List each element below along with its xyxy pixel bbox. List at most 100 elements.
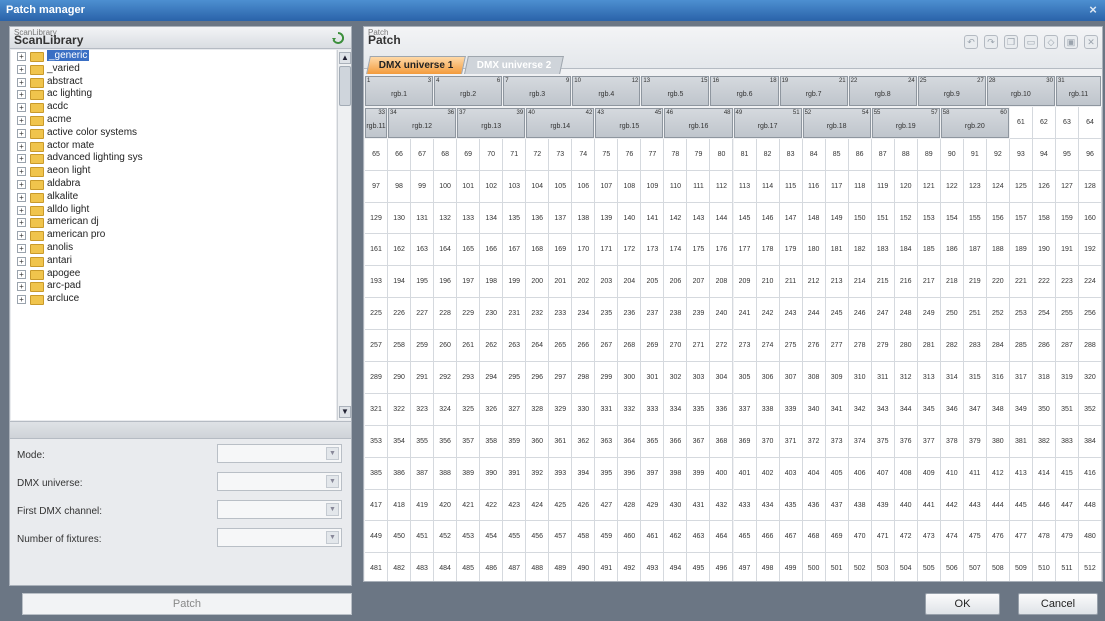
channel-cell[interactable]: 167 bbox=[503, 234, 527, 267]
expand-icon[interactable]: + bbox=[17, 154, 26, 164]
channel-cell[interactable]: 158 bbox=[1032, 202, 1056, 235]
channel-cell[interactable]: 92 bbox=[986, 138, 1010, 171]
channel-cell[interactable]: 357 bbox=[457, 425, 481, 458]
expand-icon[interactable]: + bbox=[17, 218, 26, 228]
channel-cell[interactable]: 468 bbox=[802, 521, 826, 554]
fixture-block[interactable]: 4 6 rgb.2 bbox=[434, 76, 503, 106]
library-tree-item[interactable]: + aldabra bbox=[11, 178, 336, 191]
channel-cell[interactable]: 159 bbox=[1055, 202, 1079, 235]
channel-cell[interactable]: 299 bbox=[595, 362, 619, 394]
channel-cell[interactable]: 366 bbox=[664, 425, 688, 458]
channel-cell[interactable]: 391 bbox=[503, 457, 527, 490]
channel-cell[interactable]: 74 bbox=[572, 138, 596, 171]
channel-cell[interactable]: 180 bbox=[802, 234, 826, 267]
channel-cell[interactable]: 487 bbox=[503, 553, 527, 581]
fixture-block[interactable]: 7 9 rgb.3 bbox=[503, 76, 572, 106]
fixture-block[interactable]: 40 42 rgb.14 bbox=[526, 107, 595, 138]
channel-cell[interactable]: 460 bbox=[618, 521, 642, 554]
channel-cell[interactable]: 429 bbox=[641, 489, 665, 522]
library-tree-item[interactable]: + alkalite bbox=[11, 191, 336, 204]
channel-cell[interactable]: 124 bbox=[986, 170, 1010, 203]
channel-cell[interactable]: 405 bbox=[825, 457, 849, 490]
channel-cell[interactable]: 182 bbox=[848, 234, 872, 267]
channel-cell[interactable]: 393 bbox=[549, 457, 573, 490]
channel-cell[interactable]: 341 bbox=[825, 393, 849, 426]
channel-cell[interactable]: 166 bbox=[480, 234, 504, 267]
expand-icon[interactable]: + bbox=[17, 141, 26, 151]
channel-cell[interactable]: 75 bbox=[595, 138, 619, 171]
channel-cell[interactable]: 152 bbox=[894, 202, 918, 235]
channel-cell[interactable]: 110 bbox=[664, 170, 688, 203]
channel-cell[interactable]: 137 bbox=[549, 202, 573, 235]
channel-cell[interactable]: 69 bbox=[457, 138, 481, 171]
channel-cell[interactable]: 244 bbox=[802, 298, 826, 331]
fixture-block[interactable]: 22 24 rgb.8 bbox=[848, 76, 917, 106]
channel-cell[interactable]: 100 bbox=[434, 170, 458, 203]
channel-cell[interactable]: 300 bbox=[618, 362, 642, 394]
channel-cell[interactable]: 388 bbox=[434, 457, 458, 490]
channel-cell[interactable]: 238 bbox=[664, 298, 688, 331]
channel-cell[interactable]: 210 bbox=[756, 266, 780, 299]
fixture-block[interactable]: 52 54 rgb.18 bbox=[802, 107, 871, 138]
channel-cell[interactable]: 200 bbox=[526, 266, 550, 299]
channel-cell[interactable]: 242 bbox=[756, 298, 780, 331]
channel-cell[interactable]: 112 bbox=[710, 170, 734, 203]
channel-cell[interactable]: 116 bbox=[802, 170, 826, 203]
channel-cell[interactable]: 491 bbox=[595, 553, 619, 581]
channel-cell[interactable]: 456 bbox=[526, 521, 550, 554]
channel-cell[interactable]: 143 bbox=[687, 202, 711, 235]
channel-cell[interactable]: 224 bbox=[1078, 266, 1102, 299]
library-tree-item[interactable]: + abstract bbox=[11, 76, 336, 89]
channel-cell[interactable]: 234 bbox=[572, 298, 596, 331]
channel-cell[interactable]: 295 bbox=[503, 362, 527, 394]
channel-cell[interactable]: 125 bbox=[1009, 170, 1033, 203]
channel-cell[interactable]: 470 bbox=[848, 521, 872, 554]
library-tree-item[interactable]: + alldo light bbox=[11, 204, 336, 217]
channel-cell[interactable]: 275 bbox=[779, 330, 803, 363]
channel-cell[interactable]: 384 bbox=[1078, 425, 1102, 458]
channel-cell[interactable]: 443 bbox=[963, 489, 987, 522]
channel-cell[interactable]: 132 bbox=[434, 202, 458, 235]
channel-cell[interactable]: 450 bbox=[388, 521, 412, 554]
channel-cell[interactable]: 506 bbox=[940, 553, 964, 581]
channel-cell[interactable]: 292 bbox=[434, 362, 458, 394]
channel-cell[interactable]: 372 bbox=[802, 425, 826, 458]
expand-icon[interactable]: + bbox=[17, 90, 26, 100]
channel-cell[interactable]: 401 bbox=[733, 457, 757, 490]
channel-cell[interactable]: 113 bbox=[733, 170, 757, 203]
channel-cell[interactable]: 421 bbox=[457, 489, 481, 522]
channel-cell[interactable]: 307 bbox=[779, 362, 803, 394]
channel-cell[interactable]: 252 bbox=[986, 298, 1010, 331]
library-tree-item[interactable]: + advanced lighting sys bbox=[11, 152, 336, 165]
channel-cell[interactable]: 461 bbox=[641, 521, 665, 554]
channel-cell[interactable]: 217 bbox=[917, 266, 941, 299]
channel-cell[interactable]: 214 bbox=[848, 266, 872, 299]
channel-cell[interactable]: 328 bbox=[526, 393, 550, 426]
channel-cell[interactable]: 145 bbox=[733, 202, 757, 235]
channel-cell[interactable]: 278 bbox=[848, 330, 872, 363]
channel-cell[interactable]: 269 bbox=[641, 330, 665, 363]
channel-cell[interactable]: 201 bbox=[549, 266, 573, 299]
channel-cell[interactable]: 193 bbox=[365, 266, 389, 299]
channel-cell[interactable]: 240 bbox=[710, 298, 734, 331]
channel-cell[interactable]: 442 bbox=[940, 489, 964, 522]
channel-cell[interactable]: 208 bbox=[710, 266, 734, 299]
channel-cell[interactable]: 451 bbox=[411, 521, 435, 554]
channel-cell[interactable]: 309 bbox=[825, 362, 849, 394]
expand-icon[interactable]: + bbox=[17, 192, 26, 202]
channel-cell[interactable]: 62 bbox=[1032, 106, 1056, 139]
channel-cell[interactable]: 114 bbox=[756, 170, 780, 203]
channel-cell[interactable]: 448 bbox=[1078, 489, 1102, 522]
channel-cell[interactable]: 243 bbox=[779, 298, 803, 331]
channel-cell[interactable]: 256 bbox=[1078, 298, 1102, 331]
channel-cell[interactable]: 202 bbox=[572, 266, 596, 299]
channel-cell[interactable]: 493 bbox=[641, 553, 665, 581]
fixture-block[interactable]: 28 30 rgb.10 bbox=[986, 76, 1055, 106]
channel-cell[interactable]: 271 bbox=[687, 330, 711, 363]
channel-cell[interactable]: 395 bbox=[595, 457, 619, 490]
channel-cell[interactable]: 424 bbox=[526, 489, 550, 522]
fixture-block[interactable]: 31 rgb.11 bbox=[1055, 76, 1101, 106]
channel-cell[interactable]: 325 bbox=[457, 393, 481, 426]
channel-cell[interactable]: 161 bbox=[365, 234, 389, 267]
channel-cell[interactable]: 73 bbox=[549, 138, 573, 171]
